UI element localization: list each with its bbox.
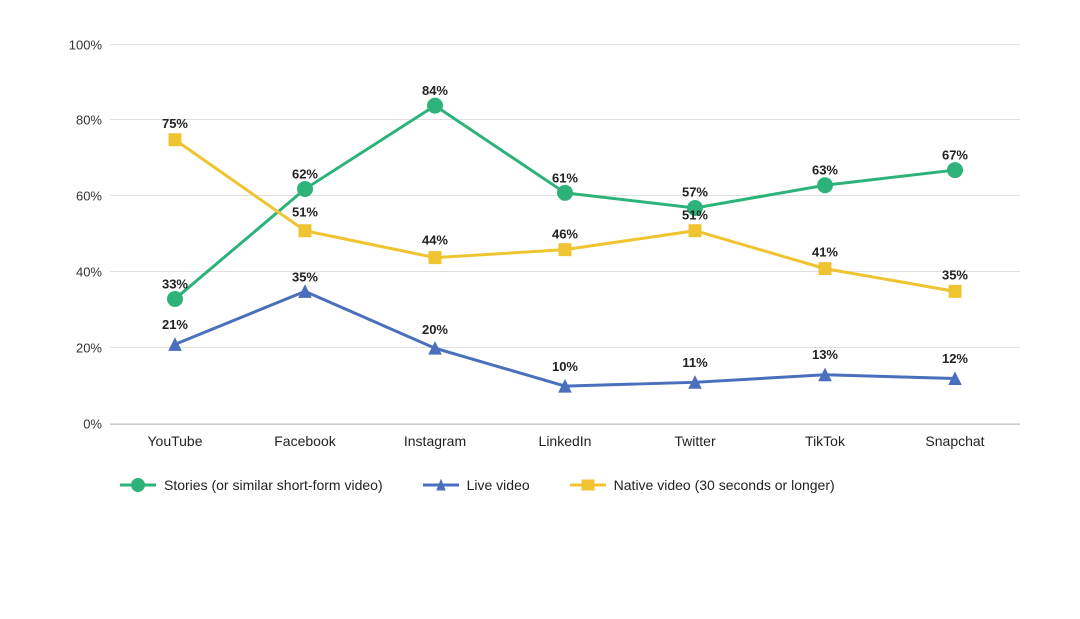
native-legend-label: Native video (30 seconds or longer) [614, 477, 835, 493]
y-label-100: 100% [69, 37, 102, 52]
x-label-twitter: Twitter [630, 433, 760, 449]
chart-container: 0% 20% 40% 60% 80% 100% [40, 25, 1040, 595]
stories-dot-3 [558, 185, 572, 199]
native-dot-5 [819, 262, 831, 274]
stories-label-6: 67% [942, 147, 968, 162]
x-axis-labels: YouTube Facebook Instagram LinkedIn Twit… [110, 433, 1020, 449]
native-label-6: 35% [942, 267, 968, 282]
stories-dot-2 [428, 98, 442, 112]
native-dot-0 [169, 133, 181, 145]
stories-legend-icon [120, 477, 156, 493]
stories-label-1: 62% [292, 166, 318, 181]
live-dot-1 [299, 285, 311, 297]
live-label-5: 13% [812, 347, 838, 362]
native-dot-6 [949, 285, 961, 297]
live-legend-label: Live video [467, 477, 530, 493]
native-dot-1 [299, 224, 311, 236]
native-label-4: 51% [682, 207, 708, 222]
native-label-3: 46% [552, 226, 578, 241]
stories-label-2: 84% [422, 82, 448, 97]
live-label-1: 35% [292, 269, 318, 284]
legend-native-video: Native video (30 seconds or longer) [570, 477, 835, 493]
live-label-6: 12% [942, 351, 968, 366]
x-label-facebook: Facebook [240, 433, 370, 449]
live-label-0: 21% [162, 317, 188, 332]
stories-dot-0 [168, 291, 182, 305]
x-label-instagram: Instagram [370, 433, 500, 449]
native-dot-3 [559, 243, 571, 255]
stories-dot-6 [948, 163, 962, 177]
legend: Stories (or similar short-form video) Li… [110, 477, 1020, 493]
y-label-40: 40% [76, 264, 102, 279]
stories-dot-5 [818, 178, 832, 192]
x-label-tiktok: TikTok [760, 433, 890, 449]
stories-label-4: 57% [682, 184, 708, 199]
live-dot-0 [169, 338, 181, 350]
y-label-60: 60% [76, 189, 102, 204]
legend-stories: Stories (or similar short-form video) [120, 477, 383, 493]
native-legend-icon [570, 477, 606, 493]
live-legend-icon [423, 477, 459, 493]
stories-dot-1 [298, 182, 312, 196]
native-dot-4 [689, 224, 701, 236]
stories-label-5: 63% [812, 162, 838, 177]
y-label-20: 20% [76, 340, 102, 355]
y-label-80: 80% [76, 113, 102, 128]
live-label-3: 10% [552, 359, 578, 374]
native-label-2: 44% [422, 232, 448, 247]
legend-live-video: Live video [423, 477, 530, 493]
live-label-2: 20% [422, 322, 448, 337]
chart-area: 0% 20% 40% 60% 80% 100% [110, 45, 1020, 425]
stories-label-0: 33% [162, 276, 188, 291]
native-label-0: 75% [162, 115, 188, 130]
live-label-4: 11% [682, 355, 708, 370]
chart-svg: 33% 62% 84% 61% 57% 63% 67% 75% 51% 44% … [110, 45, 1020, 424]
native-label-1: 51% [292, 204, 318, 219]
x-label-youtube: YouTube [110, 433, 240, 449]
stories-label-3: 61% [552, 170, 578, 185]
stories-legend-label: Stories (or similar short-form video) [164, 477, 383, 493]
native-label-5: 41% [812, 244, 838, 259]
native-dot-2 [429, 251, 441, 263]
x-label-linkedin: LinkedIn [500, 433, 630, 449]
y-label-0: 0% [83, 416, 102, 431]
x-label-snapchat: Snapchat [890, 433, 1020, 449]
